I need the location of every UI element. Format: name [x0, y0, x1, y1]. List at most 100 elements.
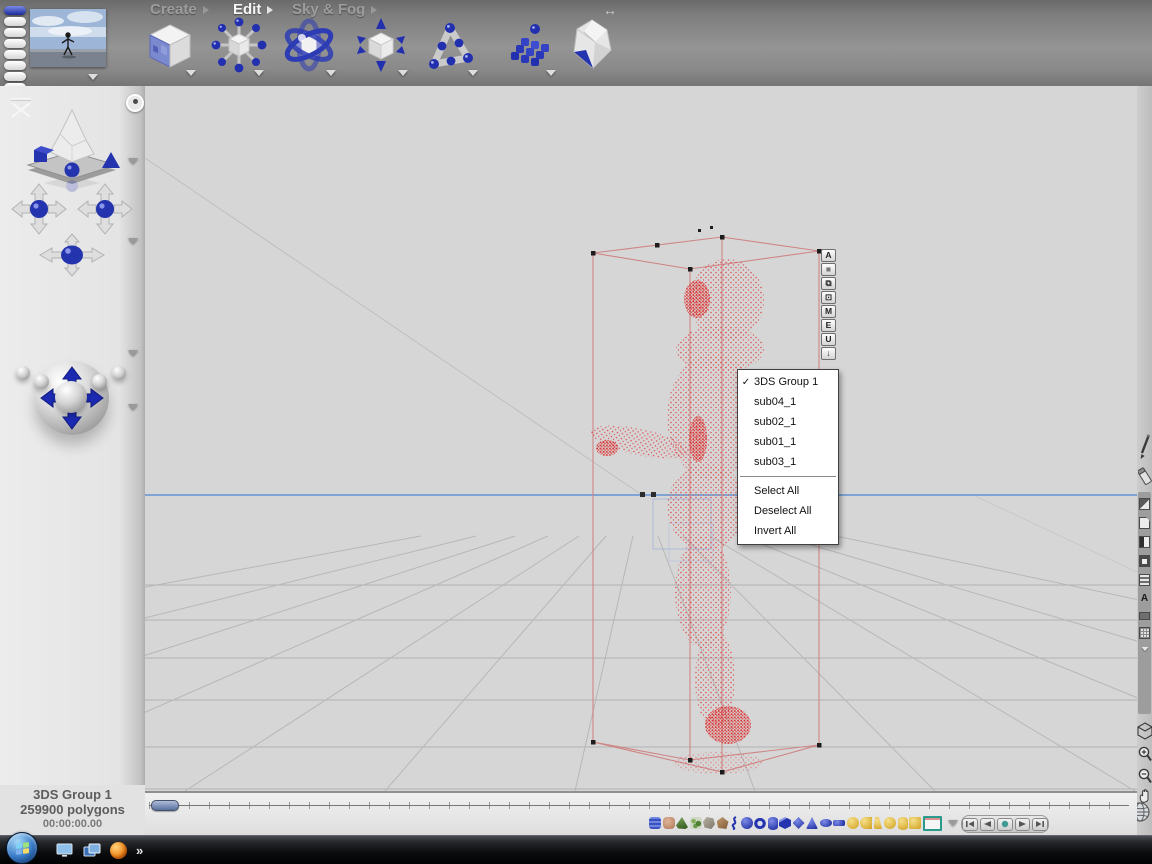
window-switcher-icon[interactable]	[83, 843, 101, 858]
smoothing-button[interactable]: U	[821, 333, 836, 346]
create-water-icon[interactable]	[649, 817, 661, 829]
memory-dot[interactable]	[112, 366, 126, 380]
create-pyramid-icon[interactable]	[793, 817, 805, 829]
menu-item-sub04-1[interactable]: sub04_1	[738, 392, 838, 412]
quick-launch-overflow-chevron[interactable]: »	[136, 843, 143, 858]
create-stone-icon[interactable]	[717, 817, 729, 829]
tool-dropdown-arrow[interactable]	[186, 70, 196, 76]
eraser-tool-icon[interactable]	[1138, 464, 1152, 490]
tool-dropdown-arrow[interactable]	[468, 70, 478, 76]
drop-to-ground-button[interactable]: ↓	[821, 347, 836, 360]
zoom-out-icon[interactable]	[1138, 768, 1152, 787]
create-ground-plane-icon[interactable]	[923, 816, 942, 831]
memory-dot[interactable]	[16, 366, 30, 380]
tool-rotate-rings-icon[interactable]	[278, 14, 340, 76]
create-cone-icon[interactable]	[806, 817, 818, 829]
create-disc-icon[interactable]	[820, 819, 832, 827]
scanline-mode-icon[interactable]	[1139, 574, 1150, 586]
preset-pill[interactable]	[4, 39, 26, 48]
pan-cross-left-control[interactable]	[8, 182, 70, 236]
show-desktop-icon[interactable]	[56, 843, 74, 858]
preset-pill[interactable]	[4, 72, 26, 81]
pencil-tool-icon[interactable]	[1138, 433, 1152, 461]
grid-mode-icon[interactable]	[1139, 627, 1150, 639]
menu-item-sub03-1[interactable]: sub03_1	[738, 452, 838, 472]
memory-dot-large[interactable]	[55, 381, 87, 413]
step-forward-button[interactable]	[1032, 818, 1048, 831]
region-render-icon[interactable]	[1139, 612, 1150, 620]
pan-cross-flat-control[interactable]	[36, 232, 108, 278]
create-wedge-light-icon[interactable]	[874, 817, 883, 829]
edit-mesh-button[interactable]: E	[821, 319, 836, 332]
wireframe-cube-icon[interactable]	[1137, 722, 1152, 740]
tool-alignment-icon[interactable]	[420, 16, 480, 76]
first-frame-button[interactable]	[962, 818, 978, 831]
tool-dropdown-arrow[interactable]	[254, 70, 264, 76]
memory-dot[interactable]	[34, 374, 49, 389]
menu-item-select-all[interactable]: Select All	[738, 481, 838, 501]
zoom-in-icon[interactable]	[1138, 746, 1152, 765]
timeline-slider-handle[interactable]	[151, 800, 179, 811]
create-tube-light-icon[interactable]	[898, 817, 908, 830]
pan-cross-right-control[interactable]	[74, 182, 136, 236]
preset-pill[interactable]	[4, 17, 26, 26]
scene-platform-preview[interactable]	[14, 102, 130, 192]
menu-item-sub02-1[interactable]: sub02_1	[738, 412, 838, 432]
tool-dropdown-arrow[interactable]	[546, 70, 556, 76]
preset-pill-selected[interactable]	[4, 6, 26, 15]
tool-material-cube-icon[interactable]	[143, 20, 197, 74]
display-dropdown-arrow[interactable]	[1141, 647, 1148, 651]
menu-item-invert-all[interactable]: Invert All	[738, 521, 838, 541]
step-back-button[interactable]	[980, 818, 996, 831]
tool-resize-star-icon[interactable]	[210, 16, 268, 74]
menu-item-sub01-1[interactable]: sub01_1	[738, 432, 838, 452]
tool-dropdown-arrow[interactable]	[398, 70, 408, 76]
attributes-button[interactable]: A	[821, 249, 836, 262]
firefox-quicklaunch-icon[interactable]	[110, 842, 127, 859]
scene-preview-thumbnail[interactable]	[30, 9, 106, 67]
preset-pill[interactable]	[4, 61, 26, 70]
memory-dot[interactable]	[92, 374, 107, 389]
antialias-toggle[interactable]: A	[1139, 593, 1150, 605]
create-trees-icon[interactable]	[690, 817, 702, 829]
create-cube-icon[interactable]	[779, 817, 791, 829]
preset-pill[interactable]	[4, 28, 26, 37]
record-button[interactable]	[997, 818, 1013, 831]
tool-terrain-crystal-icon[interactable]	[562, 16, 620, 74]
create-stream-icon[interactable]	[730, 816, 739, 830]
menu-create[interactable]: Create	[150, 1, 209, 18]
create-half-light-icon[interactable]	[860, 817, 872, 829]
play-button[interactable]	[1015, 818, 1031, 831]
material-lab-button[interactable]: M	[821, 305, 836, 318]
tool-reposition-cube-icon[interactable]	[352, 16, 410, 74]
tool-multi-replicate-icon[interactable]	[505, 22, 557, 74]
create-ground-icon[interactable]	[663, 817, 675, 829]
create-rock-icon[interactable]	[703, 817, 715, 829]
scene-viewport[interactable]: A ■ ⧉ ⊡ M E U ↓ ✓ 3DS Group 1 sub04_1 su…	[145, 86, 1137, 791]
memory-dots-dropdown-arrow[interactable]	[128, 404, 138, 410]
create-slab-icon[interactable]	[833, 820, 845, 826]
timeline-slider[interactable]	[149, 802, 1129, 809]
page-mode-icon[interactable]	[1139, 517, 1150, 529]
create-cube-light-icon[interactable]	[909, 817, 921, 829]
solo-button[interactable]: ■	[821, 263, 836, 276]
preset-pill[interactable]	[4, 50, 26, 59]
palette-dropdown-arrow[interactable]	[948, 820, 958, 826]
family-button[interactable]: ⧉	[821, 277, 836, 290]
create-mountain-icon[interactable]	[676, 817, 688, 829]
start-button[interactable]	[6, 832, 38, 864]
create-radial-light-icon[interactable]	[847, 817, 859, 829]
create-sphere-icon[interactable]	[741, 817, 753, 829]
create-round-light-icon[interactable]	[884, 817, 896, 829]
menu-item-3ds-group-1[interactable]: ✓ 3DS Group 1	[738, 372, 838, 392]
origin-handle-button[interactable]: ⊡	[821, 291, 836, 304]
camera-mode-dropdown-arrow[interactable]	[128, 158, 138, 164]
framed-render-icon[interactable]	[1139, 555, 1150, 567]
tool-dropdown-arrow[interactable]	[326, 70, 336, 76]
pan-mode-dropdown-arrow[interactable]	[128, 238, 138, 244]
render-preview-icon[interactable]	[1139, 498, 1150, 510]
menu-item-deselect-all[interactable]: Deselect All	[738, 501, 838, 521]
contrast-mode-icon[interactable]	[1139, 536, 1150, 548]
create-torus-icon[interactable]	[754, 818, 766, 829]
thumbnail-dropdown-arrow[interactable]	[88, 74, 98, 80]
